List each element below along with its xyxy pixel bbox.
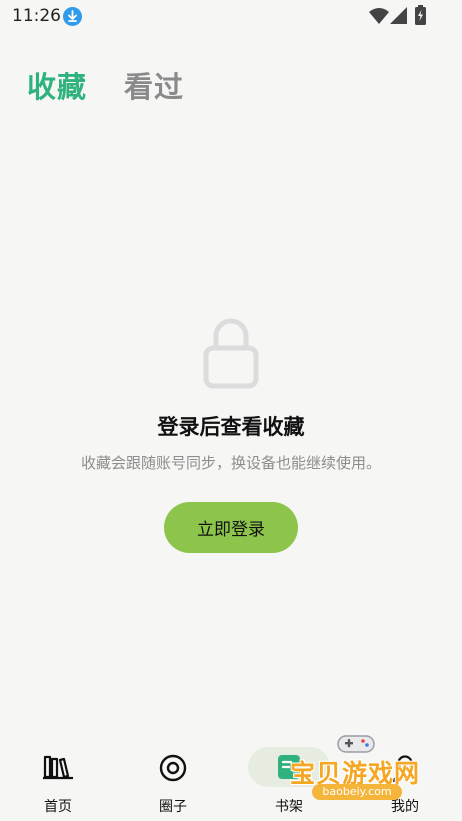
watermark: 宝贝游戏网 baobeiy.com [290, 732, 440, 802]
nav-label-circle: 圈子 [159, 799, 187, 815]
wifi-icon [369, 7, 389, 29]
battery-charging-icon [415, 5, 426, 29]
nav-label-home: 首页 [44, 799, 72, 815]
tab-favorites[interactable]: 收藏 [27, 64, 87, 106]
nav-item-home[interactable]: 首页 [13, 741, 103, 821]
lock-icon [202, 316, 260, 394]
nav-item-circle[interactable]: 圈子 [128, 741, 218, 821]
empty-state-title: 登录后查看收藏 [157, 415, 305, 439]
signal-icon [390, 7, 407, 28]
empty-state-description: 收藏会跟随账号同步，换设备也能继续使用。 [80, 454, 381, 472]
status-bar: 11:26 [0, 0, 462, 34]
download-icon [63, 7, 82, 26]
circle-icon [159, 754, 187, 786]
tab-viewed[interactable]: 看过 [124, 64, 184, 106]
watermark-url: baobeiy.com [312, 784, 402, 800]
status-time: 11:26 [12, 6, 61, 26]
bookshelf-icon [43, 754, 73, 784]
login-button[interactable]: 立即登录 [164, 502, 298, 553]
